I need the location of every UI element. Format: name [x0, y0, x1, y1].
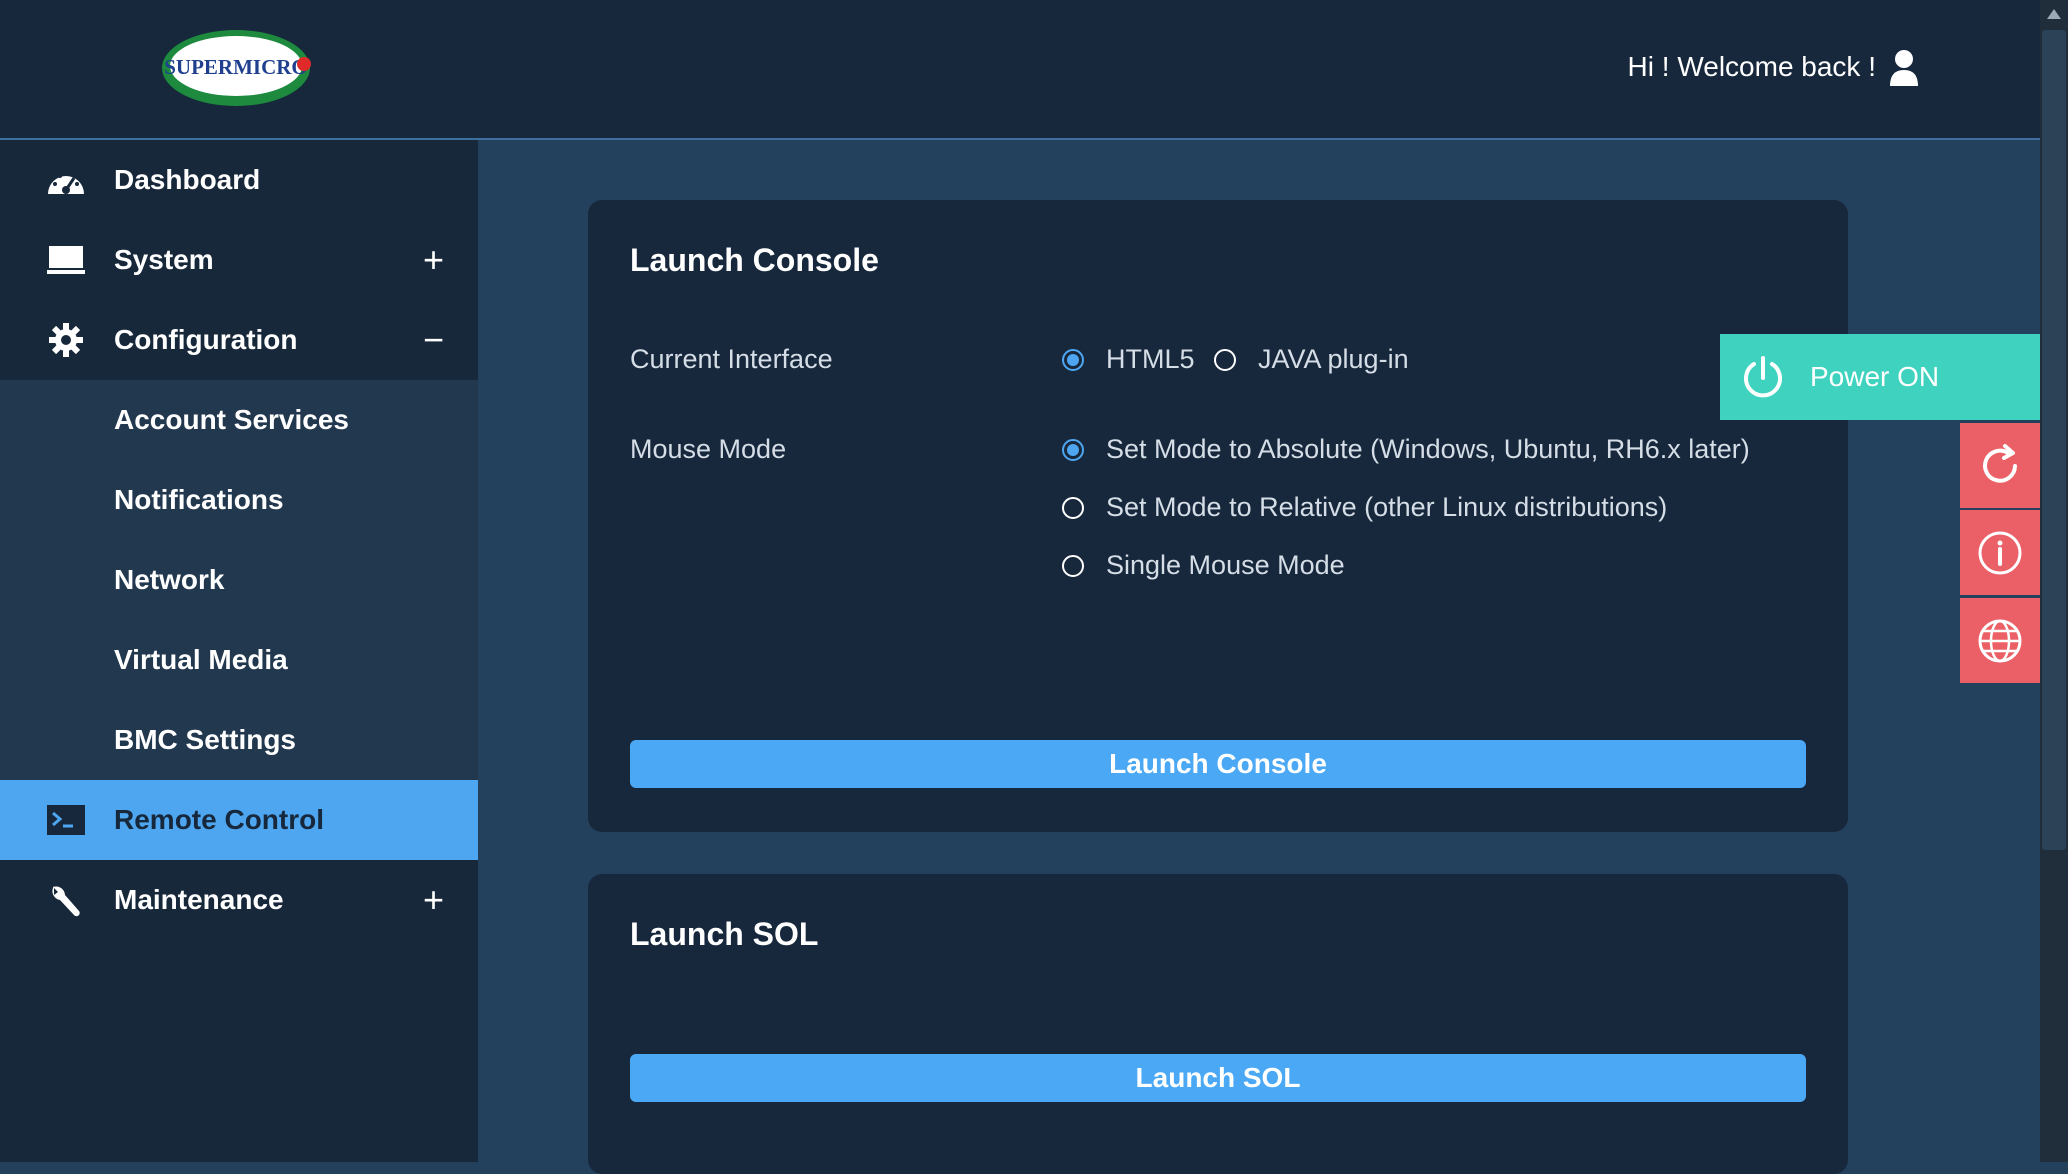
radio-absolute-mode[interactable]: Set Mode to Absolute (Windows, Ubuntu, R…	[1062, 434, 1750, 465]
user-icon[interactable]	[1888, 48, 1920, 86]
sidebar-item-account-services[interactable]: Account Services	[0, 380, 478, 460]
expand-icon[interactable]: +	[423, 242, 444, 278]
welcome-text: Hi ! Welcome back !	[1627, 51, 1876, 82]
card-title: Launch SOL	[630, 916, 819, 952]
launch-sol-button[interactable]: Launch SOL	[630, 1054, 1806, 1102]
sidebar-item-label: Configuration	[114, 324, 298, 355]
gear-icon	[44, 320, 88, 360]
supermicro-logo[interactable]: SUPERMICRO	[160, 28, 312, 108]
sidebar-item-label: Account Services	[114, 404, 349, 435]
card-title: Launch Console	[630, 242, 879, 278]
dashboard-icon	[44, 160, 88, 200]
radio-relative-mode[interactable]: Set Mode to Relative (other Linux distri…	[1062, 492, 1667, 523]
expand-icon[interactable]: +	[423, 882, 444, 918]
language-button[interactable]	[1960, 598, 2040, 683]
wrench-icon	[44, 880, 88, 920]
sidebar-nav: Dashboard System + Configuration − Accou…	[0, 140, 478, 1162]
sidebar-item-maintenance[interactable]: Maintenance +	[0, 860, 478, 940]
mouse-mode-label: Mouse Mode	[630, 434, 787, 464]
radio-unselected[interactable]	[1214, 348, 1236, 371]
radio-java-plugin[interactable]: JAVA plug-in	[1214, 344, 1409, 375]
collapse-icon[interactable]: −	[423, 322, 444, 358]
sidebar-item-label: Maintenance	[114, 884, 284, 915]
launch-sol-card: Launch SOL Launch SOL	[588, 874, 1848, 1174]
sidebar-item-label: System	[114, 244, 214, 275]
refresh-icon	[1983, 443, 2017, 483]
sidebar-item-label: Remote Control	[114, 804, 324, 835]
radio-label: Set Mode to Absolute (Windows, Ubuntu, R…	[1106, 434, 1750, 464]
launch-console-card: Launch Console Current Interface HTML5 J…	[588, 200, 1848, 832]
sidebar-item-label: Notifications	[114, 484, 284, 515]
sidebar-item-network[interactable]: Network	[0, 540, 478, 620]
sidebar-item-notifications[interactable]: Notifications	[0, 460, 478, 540]
radio-selected[interactable]	[1062, 438, 1084, 461]
scroll-up-arrow-icon[interactable]	[2040, 0, 2068, 28]
launch-console-button[interactable]: Launch Console	[630, 740, 1806, 788]
sidebar-item-label: Virtual Media	[114, 644, 288, 675]
radio-single-mouse-mode[interactable]: Single Mouse Mode	[1062, 550, 1345, 581]
power-on-button[interactable]: Power ON	[1720, 334, 2040, 420]
svg-text:SUPERMICRO: SUPERMICRO	[164, 55, 308, 79]
sidebar-item-bmc-settings[interactable]: BMC Settings	[0, 700, 478, 780]
sidebar-item-remote-control[interactable]: Remote Control	[0, 780, 478, 860]
radio-selected[interactable]	[1062, 348, 1084, 371]
sidebar-item-label: Network	[114, 564, 225, 595]
refresh-button[interactable]	[1960, 423, 2040, 508]
radio-unselected[interactable]	[1062, 554, 1084, 577]
page-scrollbar[interactable]	[2040, 0, 2068, 1162]
terminal-icon	[44, 800, 88, 840]
current-interface-label: Current Interface	[630, 344, 833, 374]
globe-icon	[1978, 619, 2022, 662]
welcome-message: Hi ! Welcome back !	[1628, 48, 1920, 86]
info-button[interactable]	[1960, 510, 2040, 595]
sidebar-item-label: BMC Settings	[114, 724, 296, 755]
power-label: Power ON	[1810, 361, 1940, 392]
radio-label: JAVA plug-in	[1258, 344, 1409, 374]
sidebar-item-dashboard[interactable]: Dashboard	[0, 140, 478, 220]
sidebar-item-virtual-media[interactable]: Virtual Media	[0, 620, 478, 700]
radio-html5[interactable]: HTML5	[1062, 344, 1195, 375]
radio-label: HTML5	[1106, 344, 1195, 374]
info-icon	[1978, 531, 2022, 574]
radio-label: Set Mode to Relative (other Linux distri…	[1106, 492, 1668, 522]
scrollbar-thumb[interactable]	[2042, 30, 2066, 850]
sidebar-item-configuration[interactable]: Configuration −	[0, 300, 478, 380]
radio-label: Single Mouse Mode	[1106, 550, 1345, 580]
sidebar-item-label: Dashboard	[114, 164, 261, 195]
sidebar-item-system[interactable]: System +	[0, 220, 478, 300]
monitor-icon	[44, 240, 88, 280]
radio-unselected[interactable]	[1062, 496, 1084, 519]
top-header: SUPERMICRO Hi ! Welcome back !	[0, 0, 2040, 140]
power-icon	[1744, 356, 1782, 398]
